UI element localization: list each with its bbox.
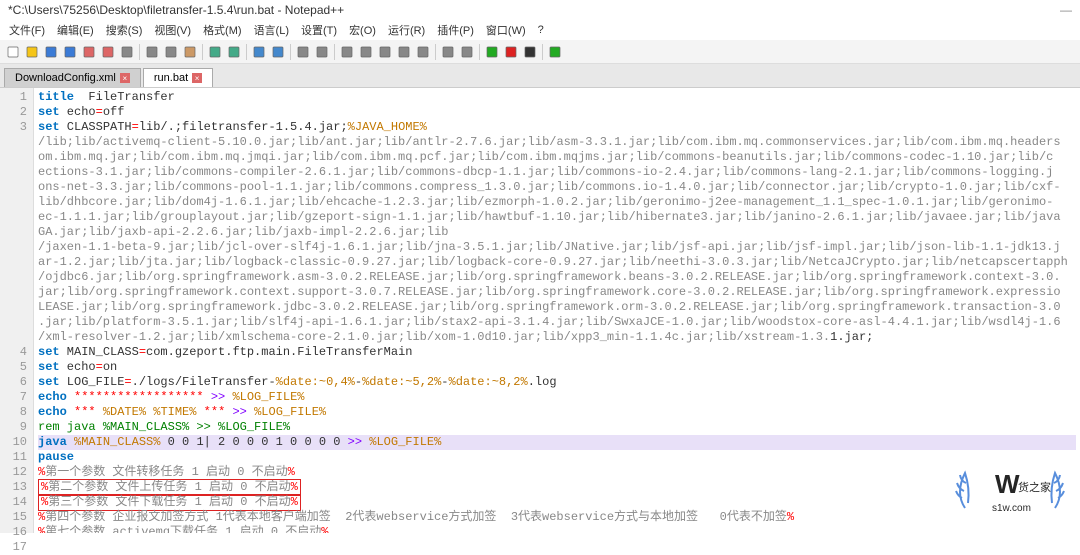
code-line[interactable]: set MAIN_CLASS=com.gzeport.ftp.main.File… <box>38 345 1076 360</box>
code-line[interactable]: %第二个参数 文件上传任务 1 启动 0 不启动% <box>38 480 1076 495</box>
run-icon[interactable] <box>546 43 564 61</box>
code-line[interactable]: set LOG_FILE=./logs/FileTransfer-%date:~… <box>38 375 1076 390</box>
code-line[interactable]: rem java %MAIN_CLASS% >> %LOG_FILE% <box>38 420 1076 435</box>
code-line[interactable]: set echo=on <box>38 360 1076 375</box>
tab-label: run.bat <box>154 72 188 84</box>
zoom-out-icon[interactable] <box>313 43 331 61</box>
window-title: *C:\Users\75256\Desktop\filetransfer-1.5… <box>8 3 344 17</box>
close-icon[interactable]: × <box>120 73 130 83</box>
menu-item[interactable]: 运行(R) <box>383 20 430 40</box>
new-file-icon[interactable] <box>4 43 22 61</box>
line-number: 12 <box>0 465 27 480</box>
menu-item[interactable]: 视图(V) <box>149 20 196 40</box>
save-all-icon[interactable] <box>61 43 79 61</box>
file-tab[interactable]: run.bat × <box>143 68 213 87</box>
open-icon[interactable] <box>23 43 41 61</box>
replace-icon[interactable] <box>269 43 287 61</box>
zoom-in-icon[interactable] <box>294 43 312 61</box>
line-number: 2 <box>0 105 27 120</box>
line-number: 6 <box>0 375 27 390</box>
code-line[interactable]: %第四个参数 企业报文加签方式 1代表本地客户端加签 2代表webservice… <box>38 510 1076 525</box>
menu-item[interactable]: ? <box>533 22 549 38</box>
line-number: 17 <box>0 540 27 555</box>
line-number: 7 <box>0 390 27 405</box>
code-line[interactable]: echo ****************** >> %LOG_FILE% <box>38 390 1076 405</box>
line-number: 9 <box>0 420 27 435</box>
code-line[interactable]: echo *** %DATE% %TIME% *** >> %LOG_FILE% <box>38 405 1076 420</box>
copy-icon[interactable] <box>162 43 180 61</box>
cut-icon[interactable] <box>143 43 161 61</box>
window-min-icon[interactable]: — <box>1060 3 1072 17</box>
function-list-icon[interactable] <box>439 43 457 61</box>
menu-item[interactable]: 搜索(S) <box>101 20 148 40</box>
save-icon[interactable] <box>42 43 60 61</box>
line-number: 1 <box>0 90 27 105</box>
toolbar <box>0 40 1080 64</box>
code-line[interactable]: %第七个参数 activemq下载任务 1 启动 0 不启动% <box>38 525 1076 533</box>
title-bar: *C:\Users\75256\Desktop\filetransfer-1.5… <box>0 0 1080 20</box>
line-number: 4 <box>0 345 27 360</box>
menu-item[interactable]: 文件(F) <box>4 20 50 40</box>
toolbar-separator <box>334 44 335 60</box>
code-line[interactable]: set echo=off <box>38 105 1076 120</box>
menu-bar: 文件(F)编辑(E)搜索(S)视图(V)格式(M)语言(L)设置(T)宏(O)运… <box>0 20 1080 40</box>
editor: 123 4567891011121314151617 title FileTra… <box>0 88 1080 533</box>
toolbar-separator <box>139 44 140 60</box>
code-area[interactable]: title FileTransferset echo=offset CLASSP… <box>34 88 1080 533</box>
line-number: 13 <box>0 480 27 495</box>
line-number: 15 <box>0 510 27 525</box>
toolbar-separator <box>290 44 291 60</box>
line-number: 10 <box>0 435 27 450</box>
print-icon[interactable] <box>118 43 136 61</box>
find-icon[interactable] <box>250 43 268 61</box>
toolbar-separator <box>246 44 247 60</box>
menu-item[interactable]: 插件(P) <box>432 20 479 40</box>
code-line[interactable]: %第一个参数 文件转移任务 1 启动 0 不启动% <box>38 465 1076 480</box>
line-number: 5 <box>0 360 27 375</box>
code-line[interactable]: pause <box>38 450 1076 465</box>
tab-label: DownloadConfig.xml <box>15 72 116 84</box>
fold-icon[interactable] <box>414 43 432 61</box>
code-line[interactable]: set CLASSPATH=lib/.;filetransfer-1.5.4.j… <box>38 120 1076 345</box>
tab-bar: DownloadConfig.xml × run.bat × <box>0 64 1080 88</box>
menu-item[interactable]: 窗口(W) <box>481 20 531 40</box>
show-symbols-icon[interactable] <box>376 43 394 61</box>
toolbar-separator <box>435 44 436 60</box>
toolbar-separator <box>202 44 203 60</box>
line-gutter: 123 4567891011121314151617 <box>0 88 34 533</box>
line-number: 3 <box>0 120 27 135</box>
file-tab[interactable]: DownloadConfig.xml × <box>4 68 141 87</box>
macro-play-icon[interactable] <box>483 43 501 61</box>
menu-item[interactable]: 格式(M) <box>198 20 247 40</box>
redo-icon[interactable] <box>225 43 243 61</box>
close-icon[interactable] <box>80 43 98 61</box>
doc-map-icon[interactable] <box>458 43 476 61</box>
menu-item[interactable]: 设置(T) <box>296 20 342 40</box>
indent-icon[interactable] <box>395 43 413 61</box>
code-line[interactable]: java %MAIN_CLASS% 0 0 1| 2 0 0 0 1 0 0 0… <box>38 435 1076 450</box>
line-number: 8 <box>0 405 27 420</box>
macro-record-icon[interactable] <box>502 43 520 61</box>
paste-icon[interactable] <box>181 43 199 61</box>
close-icon[interactable]: × <box>192 73 202 83</box>
menu-item[interactable]: 宏(O) <box>344 20 381 40</box>
menu-item[interactable]: 语言(L) <box>249 20 294 40</box>
line-number: 11 <box>0 450 27 465</box>
code-line[interactable]: title FileTransfer <box>38 90 1076 105</box>
line-number: 14 <box>0 495 27 510</box>
toolbar-separator <box>542 44 543 60</box>
close-all-icon[interactable] <box>99 43 117 61</box>
undo-icon[interactable] <box>206 43 224 61</box>
menu-item[interactable]: 编辑(E) <box>52 20 99 40</box>
word-wrap-icon[interactable] <box>357 43 375 61</box>
toolbar-separator <box>479 44 480 60</box>
sync-icon[interactable] <box>338 43 356 61</box>
macro-stop-icon[interactable] <box>521 43 539 61</box>
code-line[interactable]: %第三个参数 文件下载任务 1 启动 0 不启动% <box>38 495 1076 510</box>
